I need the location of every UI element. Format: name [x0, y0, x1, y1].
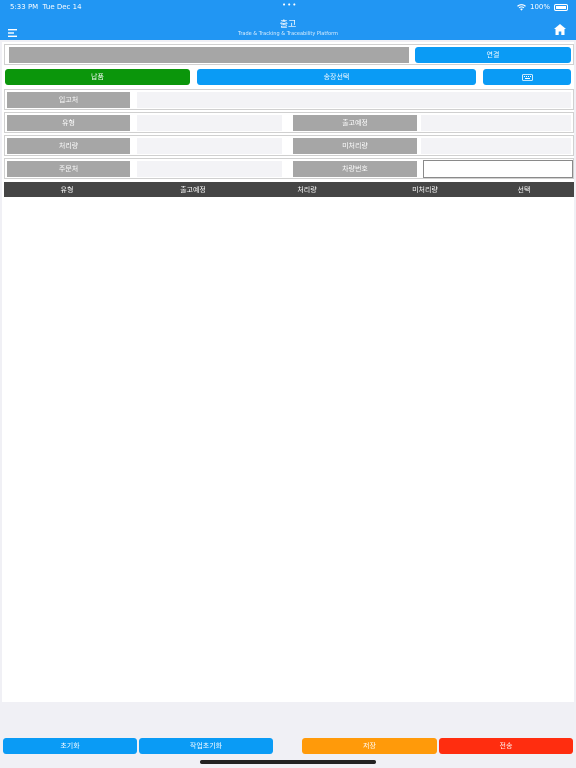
type-row: 유형 출고예정 [4, 112, 574, 133]
receiver-row: 입고처 [4, 89, 574, 110]
connect-row: 연결 [4, 44, 574, 65]
send-button[interactable]: 전송 [439, 738, 573, 754]
processed-field[interactable] [137, 138, 282, 154]
keyboard-icon [521, 73, 533, 81]
page-subtitle: Trade & Tracking & Traceability Platform [238, 31, 338, 37]
col-unprocessed: 미처리량 [412, 186, 438, 194]
reset-button[interactable]: 초기화 [3, 738, 137, 754]
connect-button[interactable]: 연결 [415, 47, 571, 63]
invoice-select-button[interactable]: 송장선택 [197, 69, 476, 85]
home-indicator [200, 760, 376, 764]
page-title: 출고 [279, 20, 297, 30]
multitask-dots: ••• [282, 1, 298, 9]
scheduled-label: 출고예정 [293, 115, 417, 131]
status-right: 100% [517, 3, 568, 11]
receiver-label: 입고처 [7, 92, 130, 108]
nav-bar: 출고 Trade & Tracking & Traceability Platf… [0, 14, 576, 40]
device-display [9, 47, 409, 63]
col-processed: 처리량 [297, 186, 317, 194]
processed-row: 처리량 미처리량 [4, 135, 574, 156]
orderer-field[interactable] [137, 161, 282, 177]
scheduled-field[interactable] [421, 115, 571, 131]
orderer-label: 주문처 [7, 161, 130, 177]
home-button[interactable] [554, 20, 568, 35]
save-button[interactable]: 저장 [302, 738, 437, 754]
col-select: 선택 [517, 186, 531, 194]
content-area: 연결 납품 송장선택 입고처 유형 출고예정 처리량 미처리량 주문처 차량번호… [2, 42, 574, 702]
unprocessed-field[interactable] [421, 138, 571, 154]
work-reset-button[interactable]: 작업초기화 [139, 738, 273, 754]
col-scheduled: 출고예정 [180, 186, 206, 194]
bottom-action-bar: 초기화 작업초기화 저장 전송 [0, 734, 576, 756]
orderer-row: 주문처 차량번호 [4, 158, 574, 179]
deliver-button[interactable]: 납품 [5, 69, 190, 85]
wifi-icon [517, 3, 526, 11]
col-type: 유형 [60, 186, 74, 194]
battery-icon [554, 3, 568, 11]
vehicle-no-input[interactable] [423, 160, 573, 178]
keyboard-button[interactable] [483, 69, 571, 85]
type-field[interactable] [137, 115, 282, 131]
status-time: 5:33 PM Tue Dec 14 [10, 3, 82, 11]
processed-label: 처리량 [7, 138, 130, 154]
type-label: 유형 [7, 115, 130, 131]
receiver-field[interactable] [137, 92, 571, 108]
home-icon [554, 24, 566, 35]
table-header: 유형 출고예정 처리량 미처리량 선택 [4, 182, 574, 197]
vehicle-no-label: 차량번호 [293, 161, 417, 177]
status-bar: 5:33 PM Tue Dec 14 ••• 100% [0, 0, 576, 14]
unprocessed-label: 미처리량 [293, 138, 417, 154]
battery-percent: 100% [529, 3, 550, 11]
